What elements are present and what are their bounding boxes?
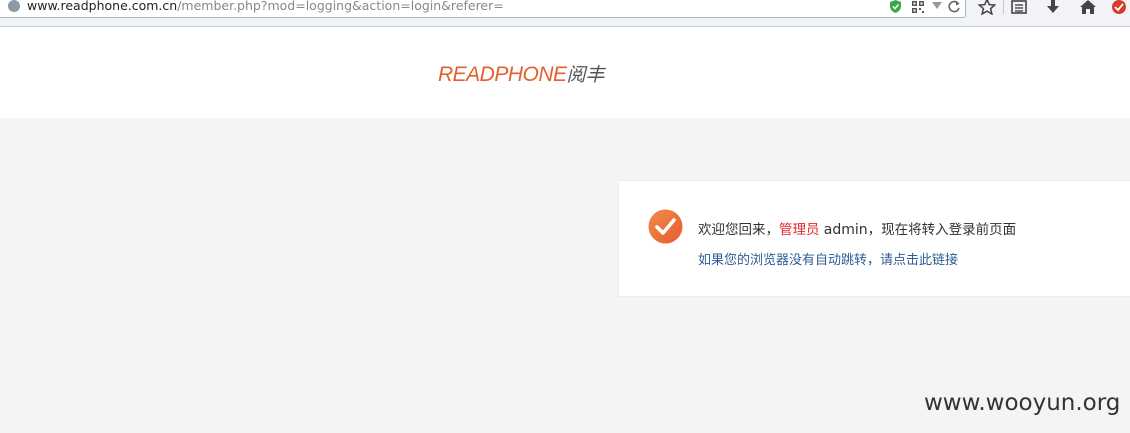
login-success-card: 欢迎您回来，管理员 admin，现在将转入登录前页面 如果您的浏览器没有自动跳转…: [618, 180, 1130, 297]
welcome-suffix: ，现在将转入登录前页面: [867, 222, 1017, 238]
home-icon[interactable]: [1079, 0, 1097, 15]
browser-toolbar: www.readphone.com.cn/member.php?mod=logg…: [0, 0, 1130, 27]
addon-icon[interactable]: [1110, 0, 1128, 15]
success-check-icon: [648, 209, 683, 244]
site-logo[interactable]: READPHONE阅丰: [438, 60, 605, 87]
site-header: READPHONE阅丰: [0, 27, 1130, 118]
chevron-down-icon[interactable]: [932, 2, 942, 10]
user-role: 管理员: [779, 222, 820, 238]
qr-code-icon[interactable]: [912, 1, 924, 13]
url-text[interactable]: www.readphone.com.cn/member.php?mod=logg…: [27, 0, 504, 13]
star-icon[interactable]: [978, 0, 996, 15]
reader-list-icon[interactable]: [1010, 0, 1028, 15]
logo-text-en: READPHONE: [438, 63, 567, 86]
refresh-icon[interactable]: [948, 0, 961, 13]
welcome-prefix: 欢迎您回来，: [698, 222, 779, 238]
username: admin: [823, 222, 868, 238]
welcome-message: 欢迎您回来，管理员 admin，现在将转入登录前页面: [698, 218, 1016, 238]
logo-text-cn: 阅丰: [566, 64, 605, 86]
watermark: www.wooyun.org: [924, 390, 1121, 416]
shield-icon[interactable]: [890, 0, 901, 13]
url-path: /member.php?mod=logging&action=login&ref…: [177, 0, 504, 13]
toolbar-divider: [1003, 0, 1004, 14]
globe-icon: [8, 0, 20, 12]
download-icon[interactable]: [1044, 0, 1062, 15]
redirect-link[interactable]: 如果您的浏览器没有自动跳转，请点击此链接: [698, 249, 958, 268]
url-host: www.readphone.com.cn: [27, 0, 178, 13]
address-bar[interactable]: www.readphone.com.cn/member.php?mod=logg…: [0, 0, 966, 18]
